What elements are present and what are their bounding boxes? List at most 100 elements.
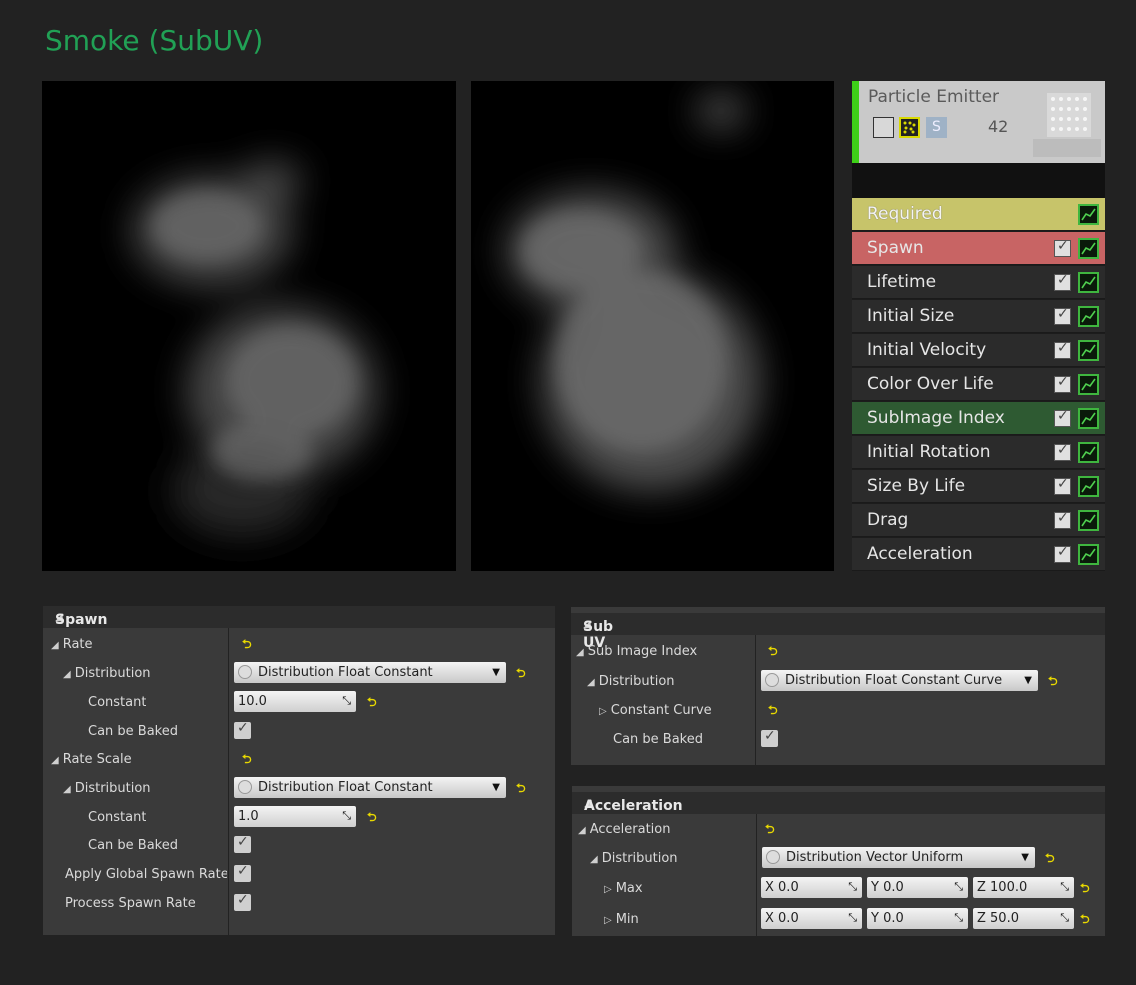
subuv-distribution-dropdown[interactable]: Distribution Float Constant Curve ▼ <box>761 670 1038 691</box>
reset-icon[interactable]: ⮌ <box>768 642 778 663</box>
emitter-gap <box>852 163 1105 198</box>
module-enable-checkbox[interactable] <box>1054 476 1071 495</box>
module-required[interactable]: Required <box>852 198 1105 231</box>
particle-icon[interactable] <box>899 117 920 138</box>
min-y-input[interactable]: Y 0.0 ⤡ <box>867 908 968 929</box>
reset-icon[interactable]: ⮌ <box>367 693 377 714</box>
min-x-input[interactable]: X 0.0 ⤡ <box>761 908 862 929</box>
reset-icon[interactable]: ⮌ <box>768 701 778 722</box>
curve-icon[interactable] <box>1078 238 1099 259</box>
rs-distribution-expander[interactable]: ◢ Distribution <box>63 781 151 796</box>
solo-icon[interactable]: S <box>926 117 947 138</box>
acceleration-expander[interactable]: ◢ Acceleration <box>578 822 670 837</box>
module-drag[interactable]: Drag <box>852 504 1105 537</box>
acceleration-header[interactable]: ◢ Acceleration <box>572 792 1105 814</box>
process-spawn-checkbox[interactable] <box>234 892 251 911</box>
reset-icon[interactable]: ⮌ <box>516 779 526 800</box>
reset-icon[interactable]: ⮌ <box>516 664 526 685</box>
can-be-baked-checkbox[interactable] <box>234 720 251 739</box>
max-z-input[interactable]: Z 100.0 ⤡ <box>973 877 1074 898</box>
reset-icon[interactable]: ⮌ <box>1080 910 1090 931</box>
module-enable-checkbox[interactable] <box>1054 510 1071 529</box>
particle-count: 42 <box>988 117 1009 136</box>
module-color-over-life[interactable]: Color Over Life <box>852 368 1105 401</box>
curve-icon[interactable] <box>1078 544 1099 565</box>
spin-arrows-icon: ⤡ <box>1060 911 1069 924</box>
process-spawn-label: Process Spawn Rate <box>65 896 196 911</box>
distribution-type-icon <box>238 780 252 794</box>
module-acceleration[interactable]: Acceleration <box>852 538 1105 571</box>
min-y-value: Y 0.0 <box>871 911 904 926</box>
module-initial-velocity[interactable]: Initial Velocity <box>852 334 1105 367</box>
module-enable-checkbox[interactable] <box>1054 306 1071 325</box>
max-x-input[interactable]: X 0.0 ⤡ <box>761 877 862 898</box>
reset-icon[interactable]: ⮌ <box>1048 672 1058 693</box>
distribution-value: Distribution Vector Uniform <box>786 850 964 865</box>
spawn-header[interactable]: ◢ Spawn <box>43 606 555 628</box>
apply-global-checkbox[interactable] <box>234 863 251 882</box>
curve-icon[interactable] <box>1078 476 1099 497</box>
module-enable-checkbox[interactable] <box>1054 544 1071 563</box>
module-enable-checkbox[interactable] <box>1054 442 1071 461</box>
reset-icon[interactable]: ⮌ <box>367 808 377 829</box>
min-z-input[interactable]: Z 50.0 ⤡ <box>973 908 1074 929</box>
curve-icon[interactable] <box>1078 408 1099 429</box>
curve-icon[interactable] <box>1078 442 1099 463</box>
subuv-distribution-expander[interactable]: ◢ Distribution <box>587 674 675 689</box>
reset-icon[interactable]: ⮌ <box>1045 849 1055 870</box>
module-label: Size By Life <box>867 476 966 496</box>
viewport-left[interactable] <box>42 81 456 571</box>
constant-curve-expander[interactable]: ▷ Constant Curve <box>599 703 712 718</box>
accel-distribution-expander[interactable]: ◢ Distribution <box>590 851 678 866</box>
module-lifetime[interactable]: Lifetime <box>852 266 1105 299</box>
sub-image-index-label: Sub Image Index <box>587 644 698 659</box>
acceleration-details-panel: ◢ Acceleration ◢ Acceleration ⮌ ◢ Distribut… <box>572 786 1105 936</box>
module-spawn[interactable]: Spawn <box>852 232 1105 265</box>
max-expander[interactable]: ▷ Max <box>604 881 643 896</box>
emitter-header[interactable]: Particle Emitter S 42 <box>852 81 1105 163</box>
curve-icon[interactable] <box>1078 340 1099 361</box>
reset-icon[interactable]: ⮌ <box>242 635 252 656</box>
reset-icon[interactable]: ⮌ <box>242 750 252 771</box>
rs-distribution-dropdown[interactable]: Distribution Float Constant ▼ <box>234 777 506 798</box>
module-enable-checkbox[interactable] <box>1054 340 1071 359</box>
rs-can-be-baked-checkbox[interactable] <box>234 834 251 853</box>
min-expander[interactable]: ▷ Min <box>604 912 639 927</box>
collapse-arrow-icon: ◢ <box>51 640 59 651</box>
distribution-expander[interactable]: ◢ Distribution <box>63 666 151 681</box>
module-initial-size[interactable]: Initial Size <box>852 300 1105 333</box>
max-y-value: Y 0.0 <box>871 880 904 895</box>
distribution-value: Distribution Float Constant <box>258 780 433 795</box>
module-size-by-life[interactable]: Size By Life <box>852 470 1105 503</box>
constant-curve-row: ▷ Constant Curve ⮌ <box>571 696 1105 725</box>
constant-input[interactable]: 10.0 ⤡ <box>234 691 356 712</box>
module-enable-checkbox[interactable] <box>1054 408 1071 427</box>
curve-icon[interactable] <box>1078 306 1099 327</box>
rs-constant-input[interactable]: 1.0 ⤡ <box>234 806 356 827</box>
distribution-dropdown[interactable]: Distribution Float Constant ▼ <box>234 662 506 683</box>
curve-icon[interactable] <box>1078 272 1099 293</box>
sub-image-index-expander[interactable]: ◢ Sub Image Index <box>576 644 697 659</box>
subuv-header[interactable]: ◢ Sub UV <box>571 613 1105 651</box>
reset-icon[interactable]: ⮌ <box>1080 879 1090 900</box>
rate-expander[interactable]: ◢ Rate <box>51 637 93 652</box>
module-enable-checkbox[interactable] <box>1054 374 1071 393</box>
spin-arrows-icon: ⤡ <box>848 880 857 893</box>
curve-icon[interactable] <box>1078 204 1099 225</box>
max-y-input[interactable]: Y 0.0 ⤡ <box>867 877 968 898</box>
accel-distribution-dropdown[interactable]: Distribution Vector Uniform ▼ <box>762 847 1035 868</box>
emitter-enable-checkbox[interactable] <box>873 117 894 138</box>
module-enable-checkbox[interactable] <box>1054 272 1071 291</box>
reset-icon[interactable]: ⮌ <box>765 820 775 841</box>
module-label: Initial Size <box>867 306 955 326</box>
viewport-right[interactable] <box>471 81 834 571</box>
subuv-can-be-baked-checkbox[interactable] <box>761 728 778 747</box>
rate-scale-expander[interactable]: ◢ Rate Scale <box>51 752 132 767</box>
module-enable-checkbox[interactable] <box>1054 238 1071 257</box>
distribution-row: ◢ Distribution Distribution Float Constan… <box>43 659 555 688</box>
module-subimage-index[interactable]: SubImage Index <box>852 402 1105 435</box>
module-initial-rotation[interactable]: Initial Rotation <box>852 436 1105 469</box>
curve-icon[interactable] <box>1078 374 1099 395</box>
spin-arrows-icon: ⤡ <box>342 809 351 822</box>
curve-icon[interactable] <box>1078 510 1099 531</box>
